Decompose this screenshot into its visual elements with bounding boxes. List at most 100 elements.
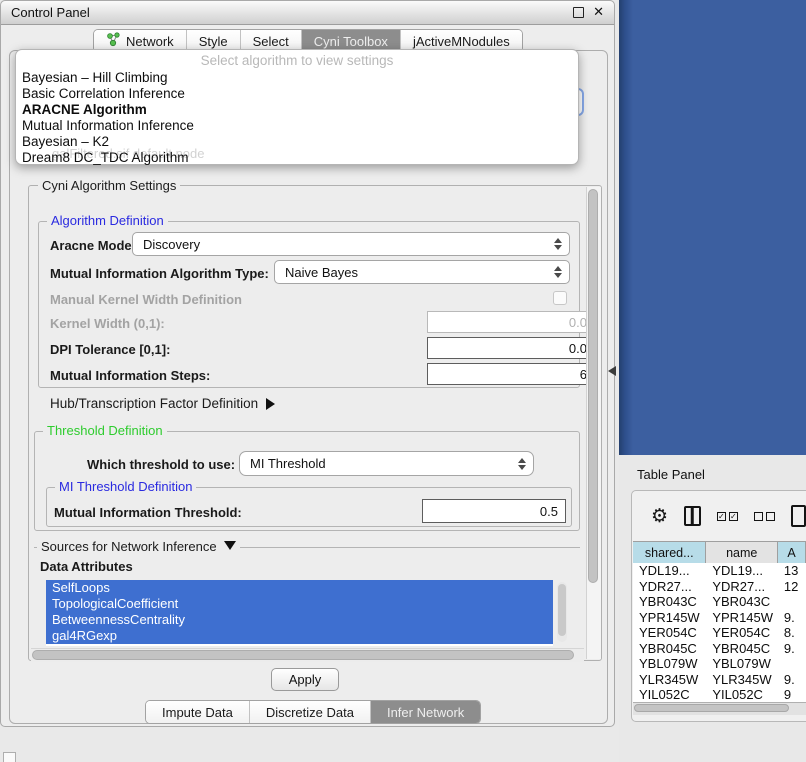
minimized-panel-icon[interactable] <box>3 752 16 762</box>
table-column-header[interactable]: name <box>706 542 778 564</box>
table-cell[interactable]: YBR045C <box>633 641 706 657</box>
table-cell[interactable]: YER054C <box>706 625 778 641</box>
table-row[interactable]: YBR045CYBR045C9. <box>633 641 806 657</box>
table-toolbar: ⚙ ✓✓ <box>632 491 806 541</box>
algorithm-definition-legend: Algorithm Definition <box>47 213 168 228</box>
settings-vscrollbar-thumb[interactable] <box>588 189 598 583</box>
which-threshold-select[interactable]: MI Threshold <box>239 451 534 476</box>
kernel-width-field[interactable]: 0.0 <box>427 311 595 333</box>
table-cell[interactable]: YDL19... <box>633 563 706 579</box>
table-cell[interactable]: 12 <box>778 579 806 595</box>
table-hscrollbar-thumb[interactable] <box>634 704 789 712</box>
table-row[interactable]: YLR345WYLR345W9. <box>633 672 806 688</box>
network-tab-icon <box>106 32 121 50</box>
data-attribute-item[interactable]: gal4RGexp <box>46 628 553 644</box>
table-cell[interactable]: YBR043C <box>706 594 778 610</box>
screenshot-root: Control Panel ✕ Network <box>0 0 806 762</box>
unchecked-boxes-icon[interactable] <box>754 512 775 521</box>
table-cell[interactable]: YBL079W <box>633 656 706 672</box>
data-attributes-list[interactable]: SelfLoopsTopologicalCoefficientBetweenne… <box>46 580 553 646</box>
table-cell[interactable]: 8. <box>778 625 806 641</box>
table-cell[interactable]: YPR145W <box>706 610 778 626</box>
sources-toggle[interactable]: Sources for Network Inference <box>37 539 240 554</box>
table-column-header[interactable]: shared... <box>633 542 706 564</box>
control-panel-window: Control Panel ✕ Network <box>0 0 615 727</box>
algorithm-option[interactable]: Bayesian – K2 <box>22 134 572 150</box>
algorithm-option[interactable]: Mutual Information Inference <box>22 118 572 134</box>
table-cell[interactable]: YBL079W <box>706 656 778 672</box>
table-row[interactable]: YPR145WYPR145W9. <box>633 610 806 626</box>
cyni-settings-panel: Cyni Algorithm Settings Algorithm Defini… <box>28 185 602 661</box>
tab-impute-data[interactable]: Impute Data <box>146 701 250 723</box>
hub-definition-toggle[interactable]: Hub/Transcription Factor Definition <box>50 396 275 411</box>
table-body: YDL19...YDL19...13YDR27...YDR27...12YBR0… <box>633 563 806 702</box>
apply-button[interactable]: Apply <box>271 668 339 691</box>
table-cell[interactable]: 13 <box>778 563 806 579</box>
table-cell[interactable]: 9. <box>778 641 806 657</box>
data-attribute-item[interactable]: TopologicalCoefficient <box>46 596 553 612</box>
aracne-mode-label: Aracne Mode: <box>50 238 136 253</box>
mi-threshold-field[interactable]: 0.5 <box>422 499 566 523</box>
table-row[interactable]: YBL079WYBL079W <box>633 656 806 672</box>
table-row[interactable]: YBR043CYBR043C <box>633 594 806 610</box>
table-cell[interactable]: YIL052C <box>633 687 706 702</box>
which-threshold-label: Which threshold to use: <box>87 457 235 472</box>
mi-type-select[interactable]: Naive Bayes <box>274 260 570 284</box>
tab-infer-network[interactable]: Infer Network <box>371 701 480 723</box>
table-cell[interactable]: YLR345W <box>633 672 706 688</box>
table-cell[interactable] <box>778 594 806 610</box>
manual-kernel-checkbox[interactable] <box>553 291 567 305</box>
table-cell[interactable] <box>778 656 806 672</box>
table-panel-region: Table Panel ⚙ ✓✓ shared...nameA YDL19...… <box>619 455 806 762</box>
table-cell[interactable]: 9 <box>778 687 806 702</box>
algorithm-option[interactable]: ARACNE Algorithm <box>22 102 572 118</box>
gear-icon[interactable]: ⚙ <box>651 507 668 526</box>
dpi-tolerance-field[interactable]: 0.0 <box>427 337 595 359</box>
algorithm-option[interactable]: Dream8 DC_TDC Algorithm <box>22 150 572 166</box>
table-cell[interactable]: YBR043C <box>633 594 706 610</box>
table-cell[interactable]: YDL19... <box>706 563 778 579</box>
mi-threshold-label: Mutual Information Threshold: <box>54 505 242 520</box>
kernel-width-label: Kernel Width (0,1): <box>50 316 165 331</box>
table-cell[interactable]: 9. <box>778 610 806 626</box>
control-panel-titlebar: Control Panel ✕ <box>1 1 614 25</box>
algorithm-option[interactable]: Basic Correlation Inference <box>22 86 572 102</box>
desktop-background: GALGAL80GAL10GAL1GAL11SWI4GAL4GCY1HAP4YH… <box>619 0 806 455</box>
table-cell[interactable]: 9. <box>778 672 806 688</box>
table-header-row: shared...nameA <box>633 541 806 565</box>
table-cell[interactable]: YPR145W <box>633 610 706 626</box>
algorithm-option[interactable]: Bayesian – Hill Climbing <box>22 70 572 86</box>
algorithm-dropdown-popup: galFiltered.sif default node Select algo… <box>15 49 579 165</box>
checked-boxes-icon[interactable]: ✓✓ <box>717 512 738 521</box>
stepper-icon <box>518 458 526 470</box>
close-panel-icon[interactable]: ✕ <box>593 4 604 20</box>
table-cell[interactable]: YIL052C <box>706 687 778 702</box>
table-cell[interactable]: YER054C <box>633 625 706 641</box>
table-column-header[interactable]: A <box>778 542 806 564</box>
stepper-icon <box>554 238 562 250</box>
table-cell[interactable]: YLR345W <box>706 672 778 688</box>
table-cell[interactable]: YDR27... <box>706 579 778 595</box>
settings-hscrollbar-thumb[interactable] <box>32 650 574 660</box>
mi-steps-field[interactable]: 6 <box>427 363 595 385</box>
tab-network-label: Network <box>126 34 174 49</box>
data-attribute-item[interactable]: SelfLoops <box>46 580 553 596</box>
aracne-mode-select[interactable]: Discovery <box>132 232 570 256</box>
table-row[interactable]: YIL052CYIL052C9 <box>633 687 806 702</box>
tab-discretize-data[interactable]: Discretize Data <box>250 701 371 723</box>
column-layout-icon[interactable] <box>684 506 701 526</box>
table-row[interactable]: YDR27...YDR27...12 <box>633 579 806 595</box>
attributes-scrollbar-thumb[interactable] <box>558 584 566 636</box>
settings-legend: Cyni Algorithm Settings <box>38 178 180 193</box>
table-cell[interactable]: YDR27... <box>633 579 706 595</box>
table-row[interactable]: YDL19...YDL19...13 <box>633 563 806 579</box>
table-cell[interactable]: YBR045C <box>706 641 778 657</box>
mi-type-label: Mutual Information Algorithm Type: <box>50 266 269 281</box>
table-window: ⚙ ✓✓ shared...nameA YDL19...YDL19...13YD… <box>631 490 806 722</box>
data-attribute-item[interactable]: BetweennessCentrality <box>46 612 553 628</box>
export-table-icon[interactable] <box>791 505 806 527</box>
dpi-tolerance-label: DPI Tolerance [0,1]: <box>50 342 170 357</box>
float-panel-icon[interactable] <box>573 7 584 18</box>
table-row[interactable]: YER054CYER054C8. <box>633 625 806 641</box>
control-panel-title: Control Panel <box>11 5 90 20</box>
